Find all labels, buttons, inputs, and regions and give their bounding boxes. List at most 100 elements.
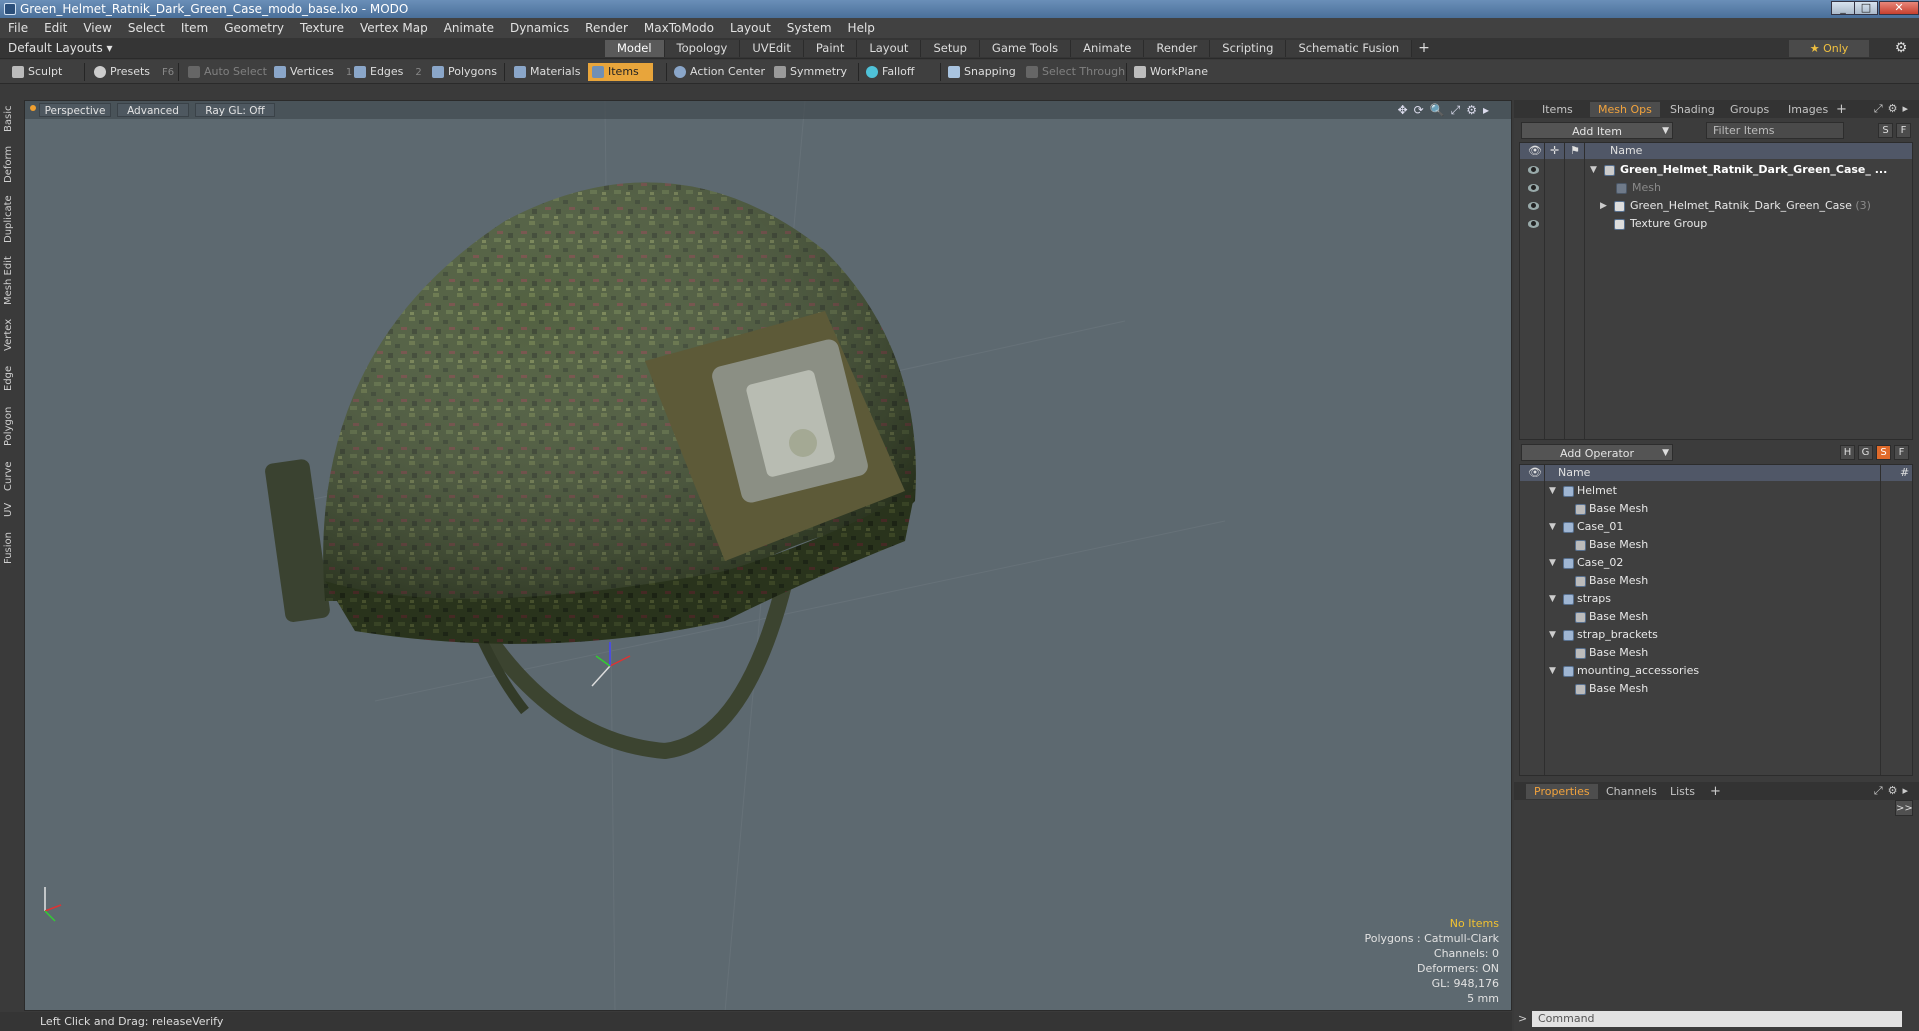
visibility-eye-icon[interactable] — [1528, 184, 1539, 192]
menu-view[interactable]: View — [75, 18, 119, 38]
list-item[interactable]: ▼ Green_Helmet_Ratnik_Dark_Green_Case_ .… — [1520, 161, 1912, 179]
rtab-shading[interactable]: Shading — [1662, 102, 1723, 117]
viewport-menu-dot[interactable] — [30, 105, 36, 111]
add-tab-button[interactable]: + — [1418, 40, 1430, 57]
materials-button[interactable]: Materials — [510, 63, 580, 81]
op-row[interactable]: ▼ Case_01 — [1519, 518, 1913, 536]
viewport-3d[interactable]: Perspective Advanced Ray GL: Off ✥⟳🔍⤢⚙▸ … — [24, 100, 1512, 1011]
gear-icon[interactable]: ⚙ — [1893, 40, 1909, 56]
menu-maxtomodo[interactable]: MaxToModo — [636, 18, 722, 38]
polygons-button[interactable]: Polygons — [428, 63, 497, 81]
ltab-basic[interactable]: Basic — [3, 104, 19, 134]
raygl-toggle[interactable]: Ray GL: Off — [195, 103, 275, 117]
menu-item[interactable]: Item — [173, 18, 216, 38]
shading-dropdown[interactable]: Advanced — [117, 103, 189, 117]
ltab-mesh-edit[interactable]: Mesh Edit — [3, 254, 19, 308]
op-row[interactable]: ▼ Case_02 — [1519, 554, 1913, 572]
rtab-images[interactable]: Images — [1780, 102, 1836, 117]
menu-render[interactable]: Render — [577, 18, 636, 38]
tab-layout[interactable]: Layout — [857, 40, 922, 57]
menu-file[interactable]: File — [0, 18, 36, 38]
items-button[interactable]: Items — [588, 63, 653, 81]
ltab-uv[interactable]: UV — [3, 500, 19, 520]
viewport-nav-icons[interactable]: ✥⟳🔍⤢⚙▸ — [1398, 103, 1495, 118]
add-panel-tab-button[interactable]: + — [1836, 102, 1847, 117]
action-center-button[interactable]: Action Center — [670, 63, 765, 81]
op-row[interactable]: ▼ strap_brackets — [1519, 626, 1913, 644]
rtab-mesh-ops[interactable]: Mesh Ops — [1590, 102, 1660, 117]
view-mode-dropdown[interactable]: Perspective — [39, 103, 111, 117]
op-h-button[interactable]: H — [1840, 445, 1855, 460]
list-item[interactable]: Texture Group — [1520, 215, 1912, 233]
filter-s-button[interactable]: S — [1878, 123, 1893, 138]
ltab-deform[interactable]: Deform — [3, 144, 19, 184]
op-row[interactable]: ▼ straps — [1519, 590, 1913, 608]
btab-lists[interactable]: Lists — [1662, 784, 1703, 799]
add-bottom-tab-button[interactable]: + — [1710, 784, 1721, 799]
auto-select-button[interactable]: Auto Select — [184, 63, 267, 81]
op-row[interactable]: ▼ mounting_accessories — [1519, 662, 1913, 680]
visibility-eye-icon[interactable] — [1528, 220, 1539, 228]
op-row[interactable]: Base Mesh — [1519, 644, 1913, 662]
tab-uvedit[interactable]: UVEdit — [740, 40, 804, 57]
list-item[interactable]: Mesh — [1520, 179, 1912, 197]
op-row[interactable]: Base Mesh — [1519, 680, 1913, 698]
menu-select[interactable]: Select — [120, 18, 173, 38]
tab-render[interactable]: Render — [1144, 40, 1211, 57]
tab-schematic-fusion[interactable]: Schematic Fusion — [1286, 40, 1413, 57]
panel-options-icons[interactable]: ⤢⚙▸ — [1874, 102, 1913, 116]
falloff-button[interactable]: Falloff — [862, 63, 914, 81]
tab-topology[interactable]: Topology — [664, 40, 741, 57]
op-row[interactable]: ▼ Helmet — [1519, 482, 1913, 500]
tab-scripting[interactable]: Scripting — [1210, 40, 1287, 57]
rtab-groups[interactable]: Groups — [1722, 102, 1777, 117]
ltab-vertex[interactable]: Vertex — [3, 316, 19, 354]
ltab-duplicate[interactable]: Duplicate — [3, 194, 19, 244]
tab-game-tools[interactable]: Game Tools — [979, 40, 1072, 57]
visibility-eye-icon[interactable] — [1528, 202, 1539, 210]
menu-edit[interactable]: Edit — [36, 18, 75, 38]
btab-properties[interactable]: Properties — [1526, 784, 1598, 799]
filter-f-button[interactable]: F — [1896, 123, 1911, 138]
snapping-button[interactable]: Snapping — [944, 63, 1016, 81]
minimize-button[interactable]: _ — [1831, 1, 1855, 15]
collapse-triangle-icon[interactable]: ▼ — [1590, 161, 1597, 179]
maximize-button[interactable]: □ — [1854, 1, 1878, 15]
ltab-curve[interactable]: Curve — [3, 458, 19, 494]
rtab-items[interactable]: Items — [1534, 102, 1581, 117]
layout-dropdown[interactable]: Default Layouts ▾ — [8, 40, 113, 57]
bottom-panel-options-icons[interactable]: ⤢⚙▸ — [1874, 784, 1913, 798]
menu-texture[interactable]: Texture — [292, 18, 352, 38]
add-item-dropdown[interactable]: Add Item ▼ — [1521, 122, 1673, 139]
menu-help[interactable]: Help — [840, 18, 883, 38]
ltab-edge[interactable]: Edge — [3, 362, 19, 394]
op-row[interactable]: Base Mesh — [1519, 572, 1913, 590]
btab-channels[interactable]: Channels — [1598, 784, 1665, 799]
sculpt-button[interactable]: Sculpt — [8, 63, 62, 81]
op-row[interactable]: Base Mesh — [1519, 536, 1913, 554]
tab-paint[interactable]: Paint — [803, 40, 858, 57]
visibility-eye-icon[interactable] — [1528, 166, 1539, 174]
list-item[interactable]: ▶ Green_Helmet_Ratnik_Dark_Green_Case (3… — [1520, 197, 1912, 215]
edges-button[interactable]: Edges 2 — [350, 63, 422, 81]
symmetry-button[interactable]: Symmetry — [770, 63, 847, 81]
vertices-button[interactable]: Vertices 1 — [270, 63, 352, 81]
menu-layout[interactable]: Layout — [722, 18, 779, 38]
presets-button[interactable]: Presets F6 — [90, 63, 174, 81]
item-list[interactable]: 👁 ✛ ⚑ Name ▼ Green_Helmet_Ratnik_Dark_Gr… — [1519, 142, 1913, 440]
tab-animate[interactable]: Animate — [1071, 40, 1145, 57]
menu-system[interactable]: System — [779, 18, 840, 38]
ltab-polygon[interactable]: Polygon — [3, 402, 19, 450]
expand-triangle-icon[interactable]: ▶ — [1600, 197, 1607, 215]
command-input[interactable]: Command — [1532, 1011, 1902, 1027]
op-row[interactable]: Base Mesh — [1519, 608, 1913, 626]
collapse-button[interactable]: >> — [1895, 800, 1913, 816]
close-button[interactable]: ✕ — [1879, 1, 1919, 15]
op-f-button[interactable]: F — [1894, 445, 1909, 460]
workplane-button[interactable]: WorkPlane — [1130, 63, 1208, 81]
menu-geometry[interactable]: Geometry — [216, 18, 292, 38]
menu-dynamics[interactable]: Dynamics — [502, 18, 577, 38]
op-row[interactable]: Base Mesh — [1519, 500, 1913, 518]
menu-vertex-map[interactable]: Vertex Map — [352, 18, 436, 38]
tab-model[interactable]: Model — [605, 40, 665, 57]
